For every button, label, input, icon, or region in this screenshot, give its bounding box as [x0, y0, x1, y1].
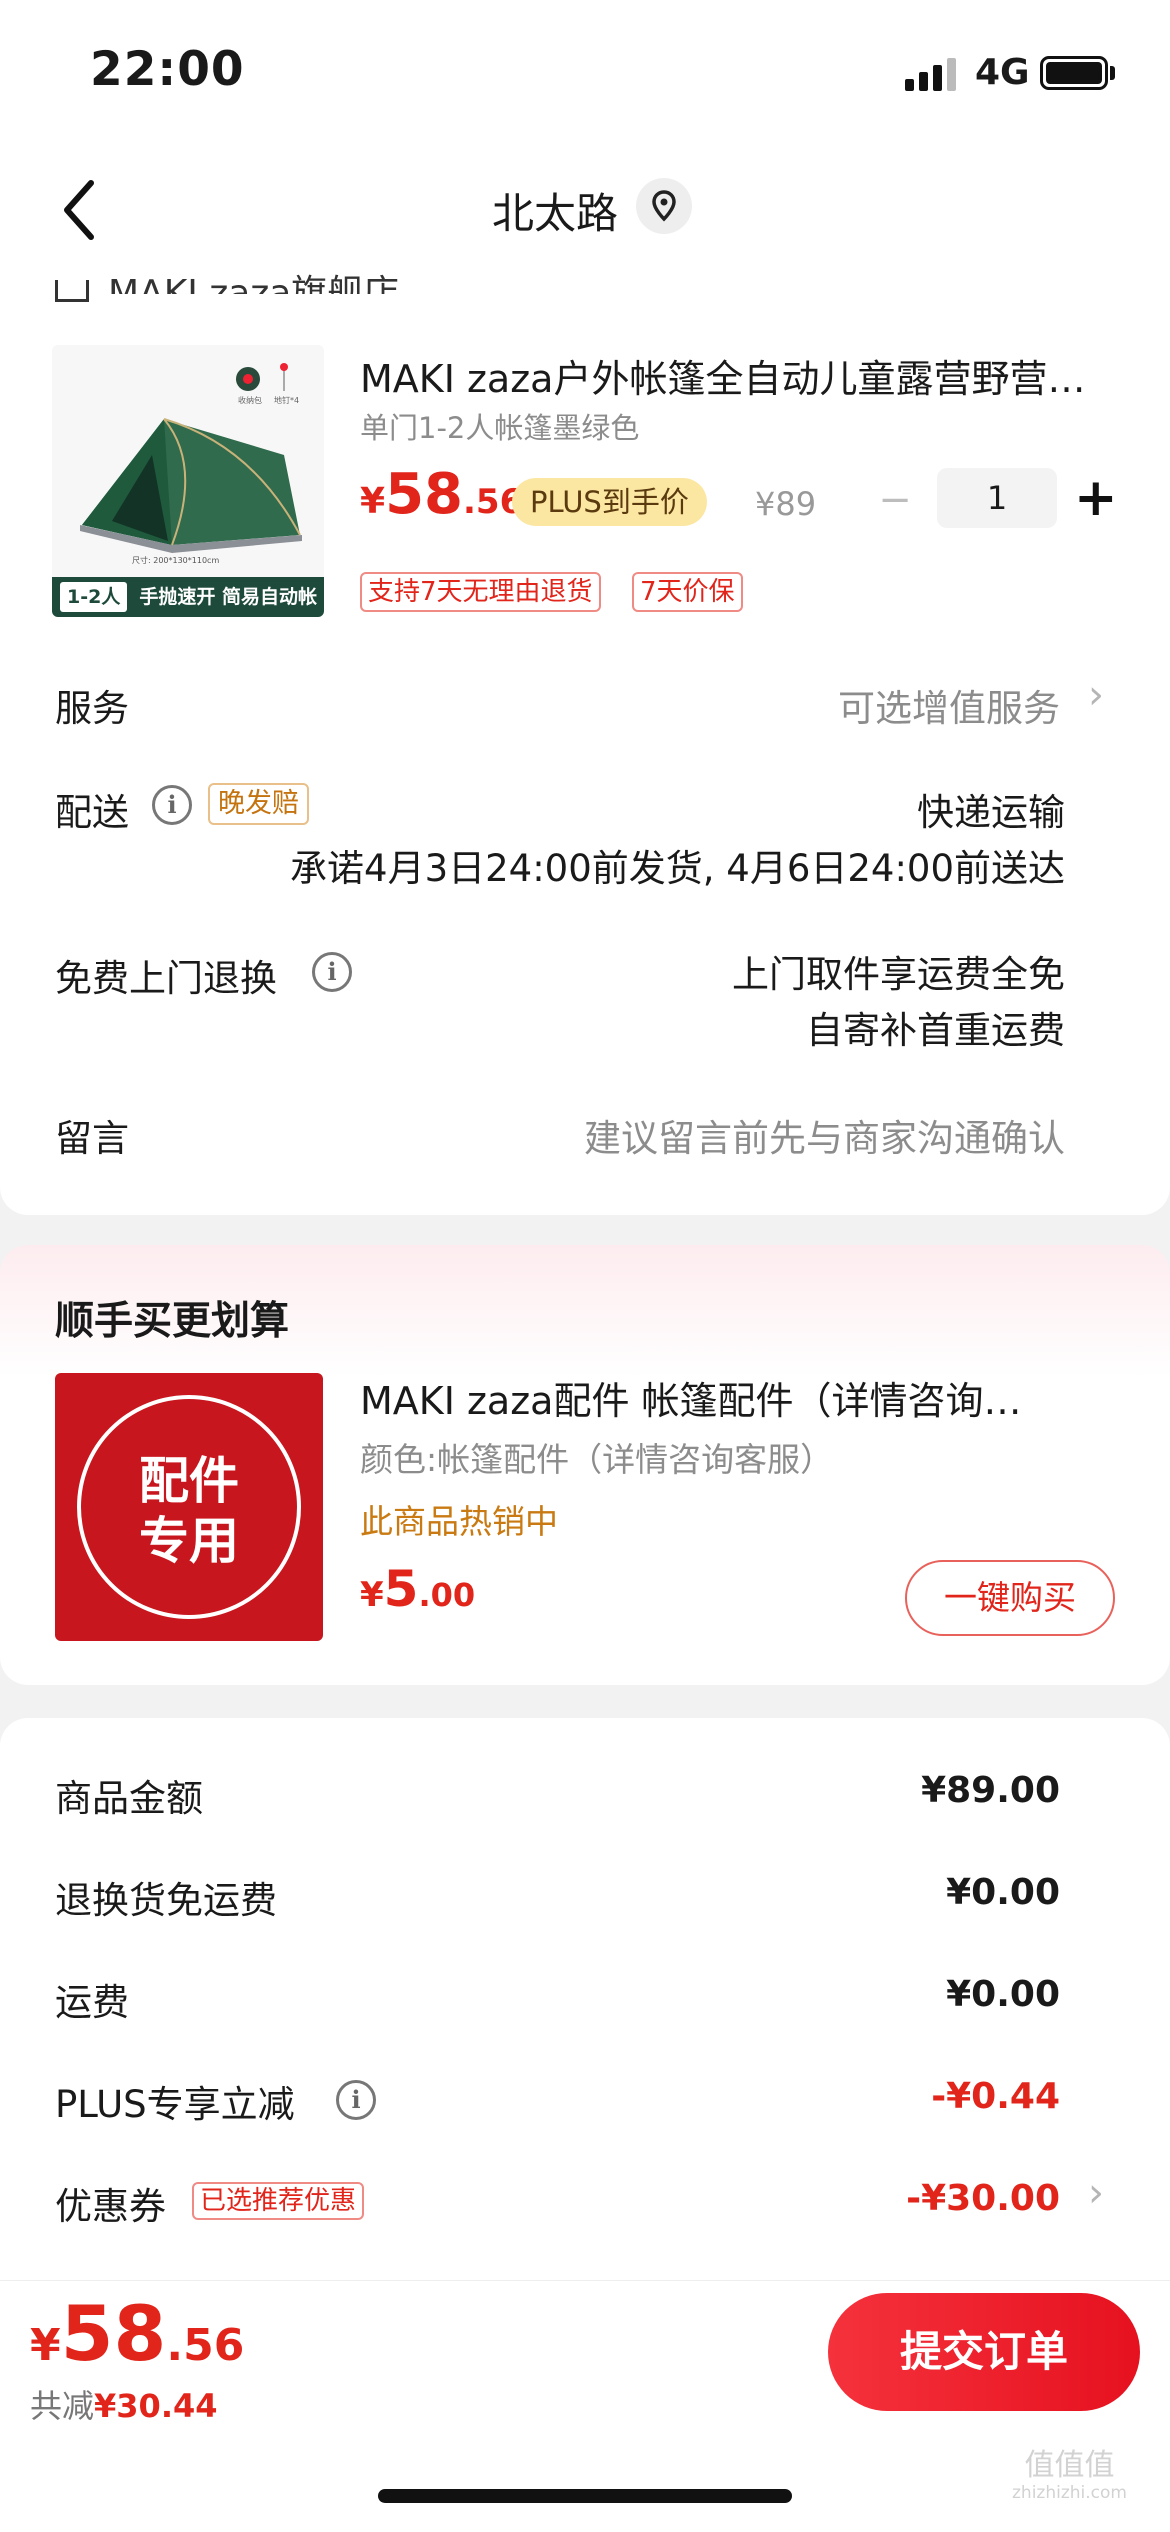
accessory-title[interactable]: MAKI zaza配件 帐篷配件（详情咨询… [360, 1370, 1090, 1425]
quantity-minus-button[interactable]: − [878, 480, 912, 520]
delivery-method[interactable]: 快递运输 [917, 782, 1065, 836]
savings-label: 共减 [30, 2387, 95, 2425]
network-type: 4G [975, 52, 1030, 93]
accessory-image-line2: 专用 [139, 1512, 239, 1570]
nav-bar: 北太路 [0, 150, 1170, 270]
image-banner-text: 手抛速开 简易自动帐 [139, 586, 317, 608]
product-card: MAKI zaza旗舰店 收纳包 地钉*4 尺寸: 200*130*110cm … [0, 270, 1170, 1215]
free-return-line2: 自寄补首重运费 [806, 1009, 1065, 1052]
coupon-value[interactable]: -¥30.00 [906, 2178, 1060, 2219]
product-image[interactable]: 收纳包 地钉*4 尺寸: 200*130*110cm 1-2人 手抛速开 简易自动… [52, 345, 324, 617]
svg-text:收纳包: 收纳包 [238, 395, 262, 405]
accessory-price: ¥5.00 [360, 1560, 475, 1618]
product-title[interactable]: MAKI zaza户外帐篷全自动儿童露营野营… [360, 348, 1120, 403]
return-policy-tag: 支持7天无理由退货 [360, 572, 601, 612]
image-banner-badge: 1-2人 [60, 582, 128, 612]
total-price: ¥58.56 [30, 2289, 244, 2378]
one-click-buy-button[interactable]: 一键购买 [905, 1560, 1115, 1636]
signal-icon [905, 55, 957, 91]
price-summary-card: 商品金额 ¥89.00 退换货免运费 ¥0.00 运费 ¥0.00 PLUS专享… [0, 1718, 1170, 2338]
price-dec: .56 [166, 2320, 245, 2371]
goods-amount-value: ¥89.00 [921, 1770, 1060, 1811]
service-value[interactable]: 可选增值服务 [838, 678, 1060, 732]
product-price: ¥58.56 [360, 462, 523, 527]
quantity-input[interactable]: 1 [937, 468, 1057, 528]
submit-order-button[interactable]: 提交订单 [828, 2293, 1140, 2411]
watermark-url: zhizhizhi.com [1012, 2483, 1127, 2503]
total-savings[interactable]: 共减¥30.44 [30, 2381, 218, 2427]
checkout-bar: ¥58.56 共减¥30.44 提交订单 值值值 zhizhizhi.com [0, 2280, 1170, 2532]
late-compensation-tag: 晚发赔 [208, 783, 309, 825]
chevron-right-icon[interactable]: › [1088, 2170, 1104, 2216]
address-text: 北太路 [491, 189, 618, 238]
quantity-plus-button[interactable]: + [1074, 470, 1118, 526]
price-int: 5 [383, 1560, 419, 1618]
home-indicator[interactable] [378, 2489, 792, 2503]
service-label: 服务 [55, 687, 129, 730]
free-return-line1: 上门取件享运费全免 [732, 953, 1065, 996]
battery-icon [1040, 56, 1108, 90]
product-spec[interactable]: 单门1-2人帐篷墨绿色 [360, 405, 639, 447]
savings-value: ¥30.44 [94, 2387, 218, 2425]
price-protect-tag: 7天价保 [632, 572, 743, 612]
free-return-label: 免费上门退换 [55, 957, 277, 1000]
price-int: 58 [60, 2289, 167, 2378]
image-banner: 1-2人 手抛速开 简易自动帐 [52, 577, 324, 617]
recommend-card: 顺手买更划算 配件 专用 MAKI zaza配件 帐篷配件（详情咨询… 颜色:帐… [0, 1245, 1170, 1685]
coupon-tag: 已选推荐优惠 [192, 2182, 365, 2220]
delivery-label: 配送 [55, 791, 129, 834]
svg-text:地钉*4: 地钉*4 [274, 395, 299, 405]
price-currency: ¥ [360, 481, 386, 522]
plus-discount-value: -¥0.44 [931, 2076, 1060, 2117]
price-int: 58 [385, 462, 463, 527]
price-currency: ¥ [360, 1575, 384, 1615]
info-icon[interactable]: i [336, 2080, 376, 2120]
info-icon[interactable]: i [312, 952, 352, 992]
message-label: 留言 [55, 1117, 129, 1160]
accessory-image[interactable]: 配件 专用 [55, 1373, 323, 1641]
watermark: 值值值 zhizhizhi.com [1012, 2448, 1127, 2504]
price-currency: ¥ [30, 2320, 61, 2371]
plus-price-badge: PLUS到手价 [512, 478, 707, 526]
address-title[interactable]: 北太路 [0, 180, 1170, 241]
battery-tip [1110, 66, 1115, 80]
return-free-label: 退换货免运费 [55, 1879, 277, 1922]
watermark-text: 值值值 [1024, 2448, 1115, 2483]
accessory-image-line1: 配件 [139, 1452, 239, 1510]
recommend-heading: 顺手买更划算 [55, 1299, 290, 1344]
return-free-value: ¥0.00 [946, 1872, 1060, 1913]
shop-name[interactable]: MAKI zaza旗舰店 [108, 264, 399, 294]
accessory-spec: 颜色:帐篷配件（详情咨询客服） [360, 1440, 834, 1479]
shop-icon [55, 280, 89, 302]
shipping-label: 运费 [55, 1981, 129, 2024]
original-price: ¥89 [755, 485, 817, 523]
plus-discount-label: PLUS专享立减 [55, 2083, 295, 2126]
chevron-right-icon[interactable]: › [1088, 672, 1104, 718]
price-dec: .00 [418, 1576, 476, 1614]
info-icon[interactable]: i [152, 785, 192, 825]
accessory-image-text: 配件 专用 [77, 1395, 301, 1619]
hot-selling-label: 此商品热销中 [360, 1502, 558, 1541]
status-time: 22:00 [90, 42, 245, 97]
message-input[interactable]: 建议留言前先与商家沟通确认 [584, 1108, 1065, 1162]
size-caption: 尺寸: 200*130*110cm [132, 556, 220, 565]
shipping-value: ¥0.00 [946, 1974, 1060, 2015]
status-bar: 22:00 4G [0, 0, 1170, 150]
goods-amount-label: 商品金额 [55, 1777, 203, 1820]
coupon-label: 优惠券 [55, 2185, 166, 2228]
delivery-promise: 承诺4月3日24:00前发货, 4月6日24:00前送达 [290, 847, 1065, 890]
location-pin-icon[interactable] [636, 178, 692, 234]
